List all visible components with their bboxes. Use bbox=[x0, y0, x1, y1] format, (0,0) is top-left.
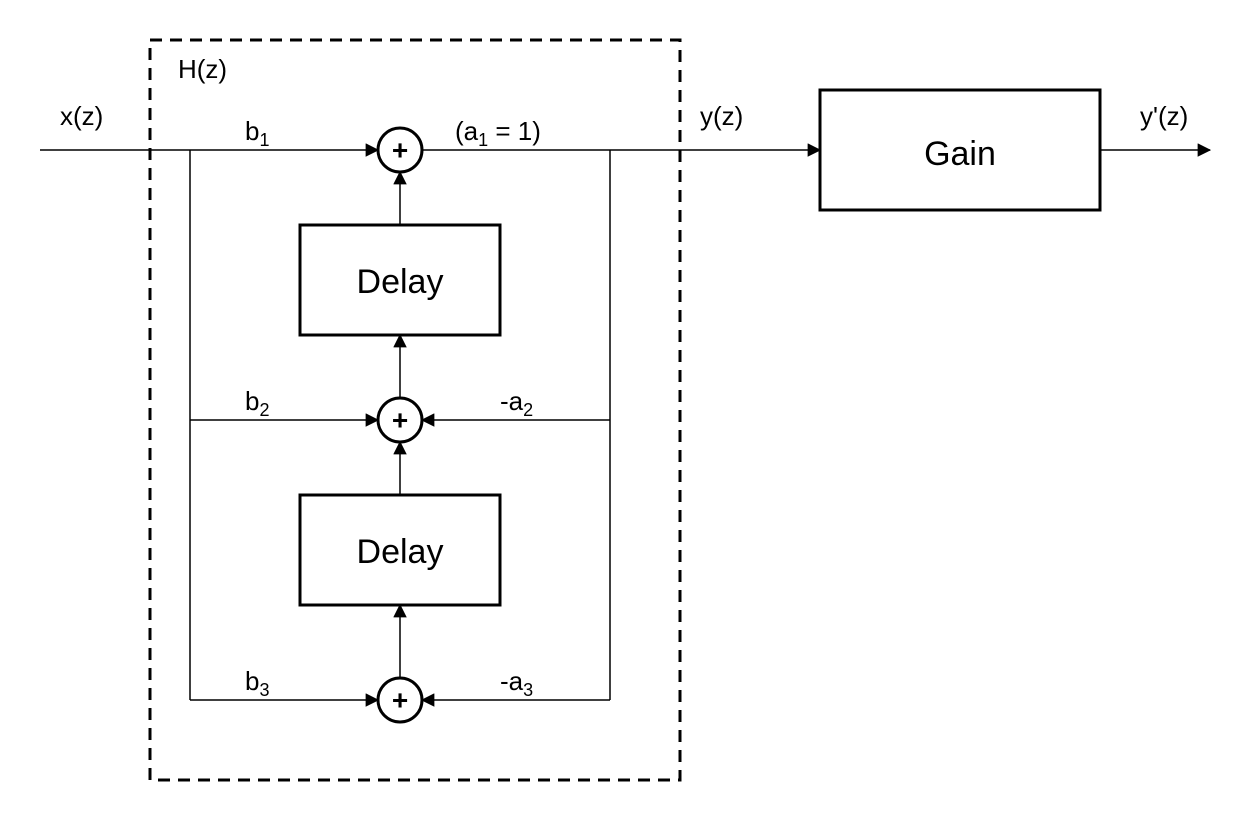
a1-label: (a1 = 1) bbox=[455, 116, 541, 150]
b3-label: b3 bbox=[245, 666, 269, 700]
hz-label: H(z) bbox=[178, 54, 227, 84]
gain-label: Gain bbox=[924, 135, 996, 173]
neg-a3-label: -a3 bbox=[500, 666, 533, 700]
delay2-label: Delay bbox=[357, 533, 444, 571]
b2-label: b2 bbox=[245, 386, 269, 420]
sum-top-plus: + bbox=[392, 135, 408, 166]
sum-bottom-plus: + bbox=[392, 685, 408, 716]
delay1-label: Delay bbox=[357, 263, 444, 301]
yprime-label: y'(z) bbox=[1140, 101, 1188, 131]
y-label: y(z) bbox=[700, 101, 743, 131]
b1-label: b1 bbox=[245, 116, 269, 150]
input-label: x(z) bbox=[60, 101, 103, 131]
biquad-diagram: H(z) x(z) + + + Delay Delay Gain b1 b2 b… bbox=[0, 0, 1246, 822]
neg-a2-label: -a2 bbox=[500, 386, 533, 420]
sum-mid-plus: + bbox=[392, 405, 408, 436]
